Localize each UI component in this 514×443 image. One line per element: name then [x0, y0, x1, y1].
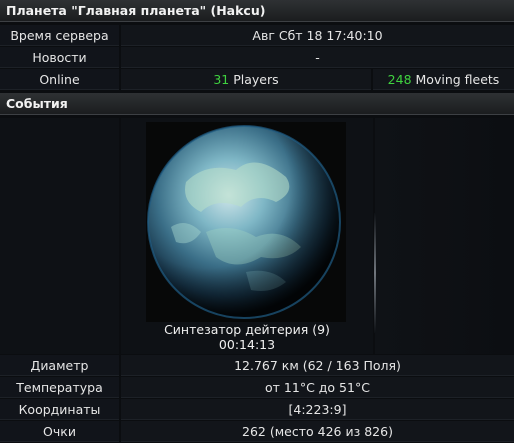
events-left-column [0, 118, 119, 354]
event-building: Синтезатор дейтерия (9) [164, 322, 330, 337]
news-row: Новости - [0, 47, 514, 69]
events-header: События [0, 93, 514, 115]
fleets-count: 248 [387, 72, 412, 87]
coordinates-value[interactable]: [4:223:9] [121, 399, 514, 420]
temperature-label: Температура [0, 377, 119, 398]
event-timer: 00:14:13 [218, 337, 276, 352]
temperature-row: Температура от 11°С до 51°С [0, 377, 514, 399]
players-count: 31 [213, 72, 230, 87]
server-time-label: Время сервера [0, 25, 119, 46]
planet-arc [374, 213, 376, 333]
coordinates-row: Координаты [4:223:9] [0, 399, 514, 421]
server-time-value: Авг Сбт 18 17:40:10 [121, 25, 514, 46]
diameter-value: 12.767 км (62 / 163 Поля) [121, 355, 514, 376]
online-label: Online [0, 69, 119, 90]
points-row: Очки 262 (место 426 из 826) [0, 421, 514, 443]
temperature-value: от 11°С до 51°С [121, 377, 514, 398]
players-label: Players [233, 72, 279, 87]
points-label: Очки [0, 421, 119, 442]
online-row: Online 31 Players 248 Moving fleets [0, 69, 514, 91]
diameter-label: Диаметр [0, 355, 119, 376]
planet-title: Планета "Главная планета" (Hakcu) [0, 0, 514, 22]
server-time-row: Время сервера Авг Сбт 18 17:40:10 [0, 25, 514, 47]
planet-image[interactable] [146, 122, 346, 322]
news-label: Новости [0, 47, 119, 68]
coordinates-label: Координаты [0, 399, 119, 420]
fleets-label: Moving fleets [415, 72, 500, 87]
online-players: 31 Players [121, 69, 371, 90]
planet-overview: Планета "Главная планета" (Hakcu) Время … [0, 0, 514, 442]
news-value: - [121, 47, 514, 68]
planet-icon [146, 122, 346, 322]
events-right-column [374, 118, 514, 354]
diameter-row: Диаметр 12.767 км (62 / 163 Поля) [0, 355, 514, 377]
online-fleets: 248 Moving fleets [373, 69, 514, 90]
points-value: 262 (место 426 из 826) [121, 421, 514, 442]
